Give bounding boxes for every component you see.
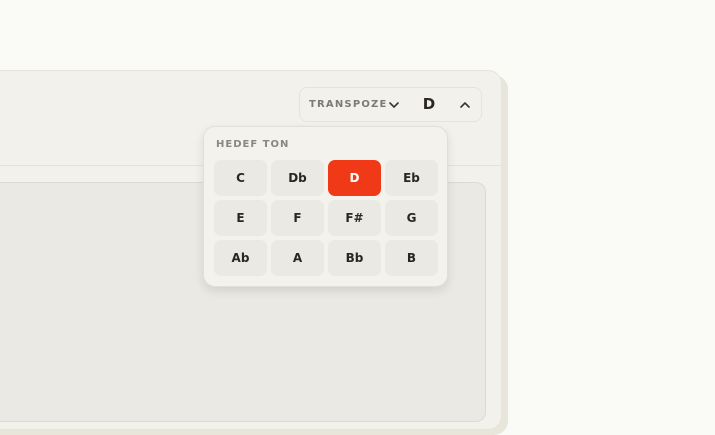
- key-picker-title: HEDEF TON: [216, 139, 290, 150]
- transpose-down-button[interactable]: [383, 94, 405, 116]
- key-button[interactable]: G: [385, 200, 438, 236]
- transpose-label: TRANSPOZE: [309, 99, 388, 110]
- key-button[interactable]: F: [271, 200, 324, 236]
- key-button[interactable]: Eb: [385, 160, 438, 196]
- chevron-down-icon: [389, 102, 399, 108]
- key-picker-popover: HEDEF TON C Db D Eb E F F# G Ab A Bb B: [203, 126, 448, 287]
- key-button[interactable]: Db: [271, 160, 324, 196]
- key-button[interactable]: D: [328, 160, 381, 196]
- key-button[interactable]: E: [214, 200, 267, 236]
- transpose-control: TRANSPOZE D: [299, 87, 482, 122]
- key-button[interactable]: Bb: [328, 240, 381, 276]
- transpose-current-key[interactable]: D: [418, 95, 440, 113]
- key-button[interactable]: A: [271, 240, 324, 276]
- chevron-up-icon: [460, 102, 470, 108]
- key-button[interactable]: Ab: [214, 240, 267, 276]
- key-button[interactable]: C: [214, 160, 267, 196]
- key-button[interactable]: B: [385, 240, 438, 276]
- transpose-up-button[interactable]: [454, 94, 476, 116]
- key-grid: C Db D Eb E F F# G Ab A Bb B: [214, 160, 438, 276]
- key-button[interactable]: F#: [328, 200, 381, 236]
